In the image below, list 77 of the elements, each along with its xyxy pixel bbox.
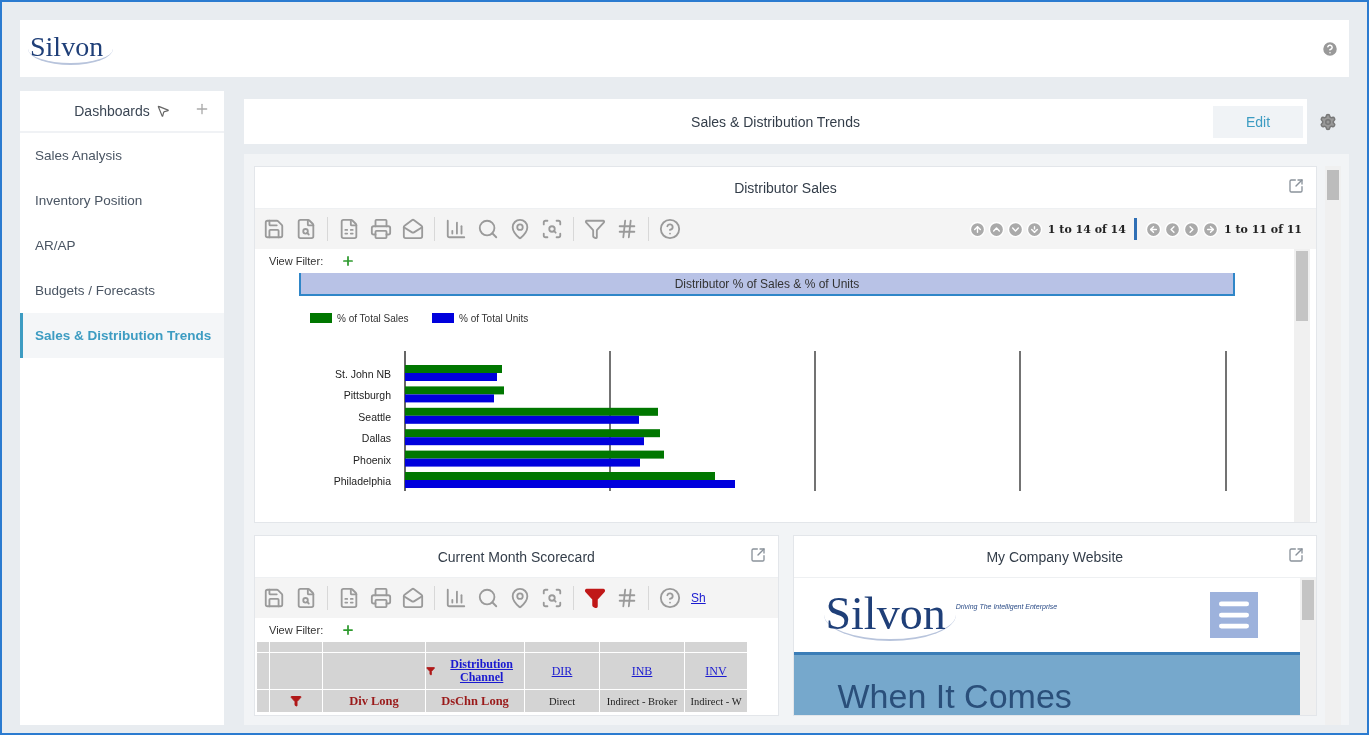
table-cell — [270, 642, 322, 652]
panel-title: My Company Website — [986, 548, 1124, 565]
spreadsheet-button[interactable] — [338, 587, 360, 609]
help-button[interactable] — [659, 587, 681, 609]
map-pin-button[interactable] — [509, 587, 531, 609]
filter-button[interactable] — [584, 587, 606, 609]
company-logo: Silvon — [28, 32, 114, 65]
search-button[interactable] — [477, 218, 499, 240]
filter-button[interactable] — [584, 218, 606, 240]
category-label: Seattle — [358, 410, 391, 423]
website-headline: When It Comes — [837, 677, 1072, 715]
column-header-link[interactable]: INB — [631, 664, 653, 678]
popout-button[interactable] — [749, 547, 766, 563]
pager-button[interactable] — [1006, 220, 1024, 238]
category-label: St. John NB — [334, 368, 391, 380]
map-pin-button[interactable] — [509, 218, 531, 240]
pager-text: 1 to 14 of 14 — [1047, 222, 1126, 236]
table-cell: Indirect - W — [685, 690, 747, 712]
pager-button[interactable] — [1182, 220, 1200, 238]
pager-button[interactable] — [987, 220, 1005, 238]
mail-button[interactable] — [402, 587, 424, 609]
popout-button[interactable] — [1288, 178, 1304, 194]
add-filter-button[interactable] — [341, 254, 356, 268]
table-cell — [257, 653, 269, 689]
save-as-button[interactable] — [295, 587, 317, 609]
zoom-button[interactable] — [541, 587, 563, 609]
zoom-button[interactable] — [541, 218, 563, 240]
settings-button[interactable] — [1319, 112, 1337, 131]
number-button[interactable] — [616, 218, 638, 240]
category-label: Philadelphia — [333, 475, 391, 487]
help-button[interactable] — [659, 218, 681, 240]
panel-title: Distributor Sales — [734, 179, 837, 196]
pager-button[interactable] — [1144, 220, 1162, 238]
table-cell: Indirect - Broker — [600, 690, 684, 712]
pager-text: 1 to 11 of 11 — [1223, 222, 1302, 236]
website-logo: Silvon — [823, 588, 956, 642]
column-header-link[interactable]: Distribution Channel — [439, 658, 524, 684]
table-cell: Direct — [525, 690, 599, 712]
filter-icon — [426, 665, 436, 677]
show-link[interactable]: Sh — [691, 591, 706, 605]
spreadsheet-button[interactable] — [338, 218, 360, 240]
view-filter-label: View Filter: — [269, 255, 324, 267]
menu-button[interactable] — [1210, 592, 1258, 638]
save-button[interactable] — [263, 587, 285, 609]
save-as-button[interactable] — [295, 218, 317, 240]
column-header-link[interactable]: DIR — [551, 664, 573, 678]
popout-button[interactable] — [1288, 547, 1304, 563]
bar-chart-button[interactable] — [445, 218, 467, 240]
printer-button[interactable] — [370, 218, 392, 240]
table-cell — [257, 642, 269, 652]
column-header-link[interactable]: INV — [705, 664, 727, 678]
table-cell: DsChn Long — [426, 690, 524, 712]
pager-button[interactable] — [1025, 220, 1043, 238]
category-label: Pittsburgh — [343, 389, 391, 402]
filter-icon — [290, 695, 302, 707]
legend-label: % of Total Sales — [337, 313, 409, 324]
printer-button[interactable] — [370, 587, 392, 609]
save-button[interactable] — [263, 218, 285, 240]
cursor-icon — [155, 104, 170, 118]
pager-button[interactable] — [1201, 220, 1219, 238]
category-label: Phoenix — [353, 453, 391, 466]
legend-label: % of Total Units — [459, 313, 529, 324]
mail-button[interactable] — [402, 218, 424, 240]
search-button[interactable] — [477, 587, 499, 609]
sidebar-title: Dashboards — [74, 103, 150, 119]
view-filter-label: View Filter: — [269, 624, 324, 636]
pager-button[interactable] — [1163, 220, 1181, 238]
table-cell: Div Long — [323, 690, 425, 712]
add-filter-button[interactable] — [341, 623, 356, 637]
chart-title: Distributor % of Sales & % of Units — [674, 277, 860, 291]
add-dashboard-button[interactable] — [194, 101, 210, 117]
number-button[interactable] — [616, 587, 638, 609]
bar-chart-button[interactable] — [445, 587, 467, 609]
dashboard-title: Sales & Distribution Trends — [691, 113, 860, 130]
panel-title: Current Month Scorecard — [437, 548, 595, 565]
pager-button[interactable] — [968, 220, 986, 238]
category-label: Dallas — [361, 432, 391, 445]
